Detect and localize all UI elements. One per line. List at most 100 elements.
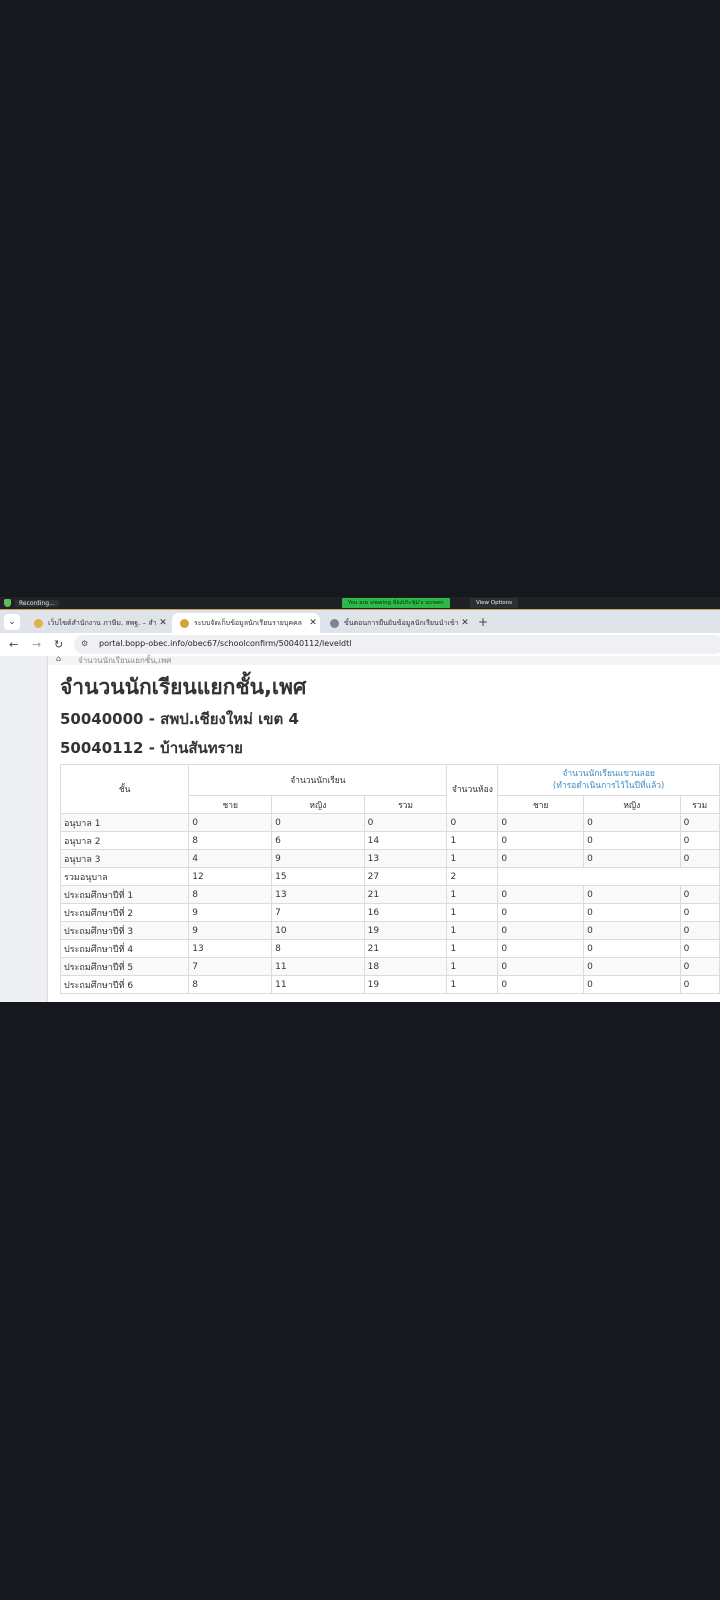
- header-students: จำนวนนักเรียน: [188, 764, 448, 796]
- shield-icon: [4, 599, 11, 607]
- cell-x-male: 0: [497, 831, 585, 850]
- header-female[interactable]: หญิง: [271, 795, 365, 814]
- cell-level: อนุบาล 3: [59, 849, 190, 868]
- cell-male: 8: [188, 975, 273, 994]
- breadcrumb: ⌂ จำนวนนักเรียนแยกชั้น,เพศ: [48, 654, 720, 665]
- cell-empty: [497, 867, 720, 886]
- cell-level: ประถมศึกษาปีที่ 4: [59, 939, 190, 958]
- close-icon[interactable]: ✕: [458, 618, 472, 628]
- close-icon[interactable]: ✕: [306, 618, 320, 628]
- header-floating-female[interactable]: หญิง: [583, 795, 681, 814]
- recording-indicator[interactable]: Recording...: [15, 599, 59, 607]
- cell-rooms: 1: [446, 885, 499, 904]
- cell-male: 13: [188, 939, 273, 958]
- table-row: ประถมศึกษาปีที่ 2 9 7 16 1 0 0 0: [59, 903, 720, 922]
- url-field[interactable]: ⚙ portal.bopp-obec.info/obec67/schoolcon…: [74, 635, 720, 654]
- tab-student-system[interactable]: ระบบจัดเก็บข้อมูลนักเรียนรายบุคคล ✕: [172, 613, 320, 633]
- header-rooms[interactable]: จำนวนห้อง: [446, 764, 499, 814]
- cell-level: ประถมศึกษาปีที่ 3: [59, 921, 190, 940]
- table-row: อนุบาล 3 4 9 13 1 0 0 0: [59, 849, 720, 868]
- cell-male: 7: [188, 957, 273, 976]
- site-favicon-icon: [34, 618, 43, 628]
- cell-x-female: 0: [583, 849, 681, 868]
- table-row: ประถมศึกษาปีที่ 5 7 11 18 1 0 0 0: [59, 957, 720, 976]
- cell-total: 27: [363, 867, 448, 886]
- cell-x-male: 0: [497, 921, 585, 940]
- header-total[interactable]: รวม: [363, 795, 448, 814]
- header-level[interactable]: ชั้น: [59, 764, 190, 814]
- cell-total: 18: [363, 957, 448, 976]
- tab-strip: ⌄ เว็บไซต์สำนักงาน ภาษีม. สพฐ. – สำนัก ✕…: [0, 610, 720, 633]
- close-icon[interactable]: ✕: [156, 618, 170, 628]
- cell-total: 13: [363, 849, 448, 868]
- table-row: ประถมศึกษาปีที่ 4 13 8 21 1 0 0 0: [59, 939, 720, 958]
- zoom-meeting-bar: Recording... You are viewing ห้องประชุม'…: [0, 597, 720, 610]
- table-row: อนุบาล 2 8 6 14 1 0 0 0: [59, 831, 720, 850]
- cell-x-male: 0: [497, 903, 585, 922]
- page-title: จำนวนนักเรียนแยกชั้น,เพศ: [60, 675, 307, 699]
- cell-x-female: 0: [583, 813, 681, 832]
- cell-level: ประถมศึกษาปีที่ 2: [59, 903, 190, 922]
- cell-female: 15: [271, 867, 365, 886]
- cell-male: 9: [188, 921, 273, 940]
- home-icon[interactable]: ⌂: [56, 654, 61, 663]
- cell-male: 0: [188, 813, 273, 832]
- tab-confirm-steps[interactable]: ขั้นตอนการยืนยันข้อมูลนักเรียนนำเข้า ✕: [322, 613, 472, 633]
- back-icon[interactable]: ←: [9, 638, 18, 651]
- cell-rooms: 0: [446, 813, 499, 832]
- cell-x-male: 0: [497, 885, 585, 904]
- cell-male: 12: [188, 867, 273, 886]
- cell-rooms: 1: [446, 975, 499, 994]
- header-floating-male[interactable]: ชาย: [497, 795, 585, 814]
- cell-male: 9: [188, 903, 273, 922]
- cell-total: 19: [363, 921, 448, 940]
- cell-x-total: 0: [679, 957, 720, 976]
- tab-school-website[interactable]: เว็บไซต์สำนักงาน ภาษีม. สพฐ. – สำนัก ✕: [26, 613, 170, 633]
- new-tab-icon[interactable]: +: [478, 615, 488, 629]
- school-title: 50040112 - บ้านสันทราย: [60, 739, 243, 757]
- cell-female: 13: [271, 885, 365, 904]
- view-options-button[interactable]: View Options: [470, 598, 519, 608]
- cell-male: 8: [188, 885, 273, 904]
- table-row: ประถมศึกษาปีที่ 1 8 13 21 1 0 0 0: [59, 885, 720, 904]
- tab-title: เว็บไซต์สำนักงาน ภาษีม. สพฐ. – สำนัก: [48, 618, 156, 627]
- cell-female: 9: [271, 849, 365, 868]
- reload-icon[interactable]: ↻: [54, 638, 63, 651]
- cell-x-female: 0: [583, 831, 681, 850]
- cell-female: 7: [271, 903, 365, 922]
- cell-level: อนุบาล 1: [59, 813, 190, 832]
- header-floating-students[interactable]: จำนวนนักเรียนแขวนลอย (ทำรอดำเนินการไว้ใน…: [497, 764, 720, 796]
- cell-rooms: 1: [446, 849, 499, 868]
- cell-x-male: 0: [497, 849, 585, 868]
- header-male[interactable]: ชาย: [188, 795, 273, 814]
- header-floating-line1: จำนวนนักเรียนแขวนลอย: [562, 769, 655, 779]
- header-floating-total[interactable]: รวม: [679, 795, 720, 814]
- site-favicon-icon: [180, 618, 189, 628]
- breadcrumb-current: จำนวนนักเรียนแยกชั้น,เพศ: [78, 656, 172, 665]
- cell-x-female: 0: [583, 957, 681, 976]
- area-title: 50040000 - สพป.เชียงใหม่ เขต 4: [60, 710, 299, 728]
- header-floating-line2: (ทำรอดำเนินการไว้ในปีที่แล้ว): [552, 781, 665, 791]
- cell-total: 0: [363, 813, 448, 832]
- table-row: ประถมศึกษาปีที่ 3 9 10 19 1 0 0 0: [59, 921, 720, 940]
- cell-female: 11: [271, 975, 365, 994]
- cell-x-male: 0: [497, 975, 585, 994]
- cell-x-female: 0: [583, 885, 681, 904]
- student-count-table: ชั้น จำนวนนักเรียน จำนวนห้อง จำนวนนักเรี…: [59, 764, 720, 994]
- cell-female: 10: [271, 921, 365, 940]
- cell-rooms: 2: [446, 867, 499, 886]
- cell-x-male: 0: [497, 957, 585, 976]
- cell-female: 6: [271, 831, 365, 850]
- site-info-icon[interactable]: ⚙: [81, 639, 88, 648]
- tab-title: ขั้นตอนการยืนยันข้อมูลนักเรียนนำเข้า: [344, 618, 458, 627]
- cell-level: อนุบาล 2: [59, 831, 190, 850]
- cell-male: 8: [188, 831, 273, 850]
- forward-icon[interactable]: →: [32, 638, 41, 651]
- table-row: ประถมศึกษาปีที่ 6 8 11 19 1 0 0 0: [59, 975, 720, 994]
- cell-x-male: 0: [497, 813, 585, 832]
- cell-x-female: 0: [583, 939, 681, 958]
- cell-female: 8: [271, 939, 365, 958]
- tab-search-icon[interactable]: ⌄: [4, 614, 20, 630]
- cell-x-total: 0: [679, 939, 720, 958]
- cell-female: 0: [271, 813, 365, 832]
